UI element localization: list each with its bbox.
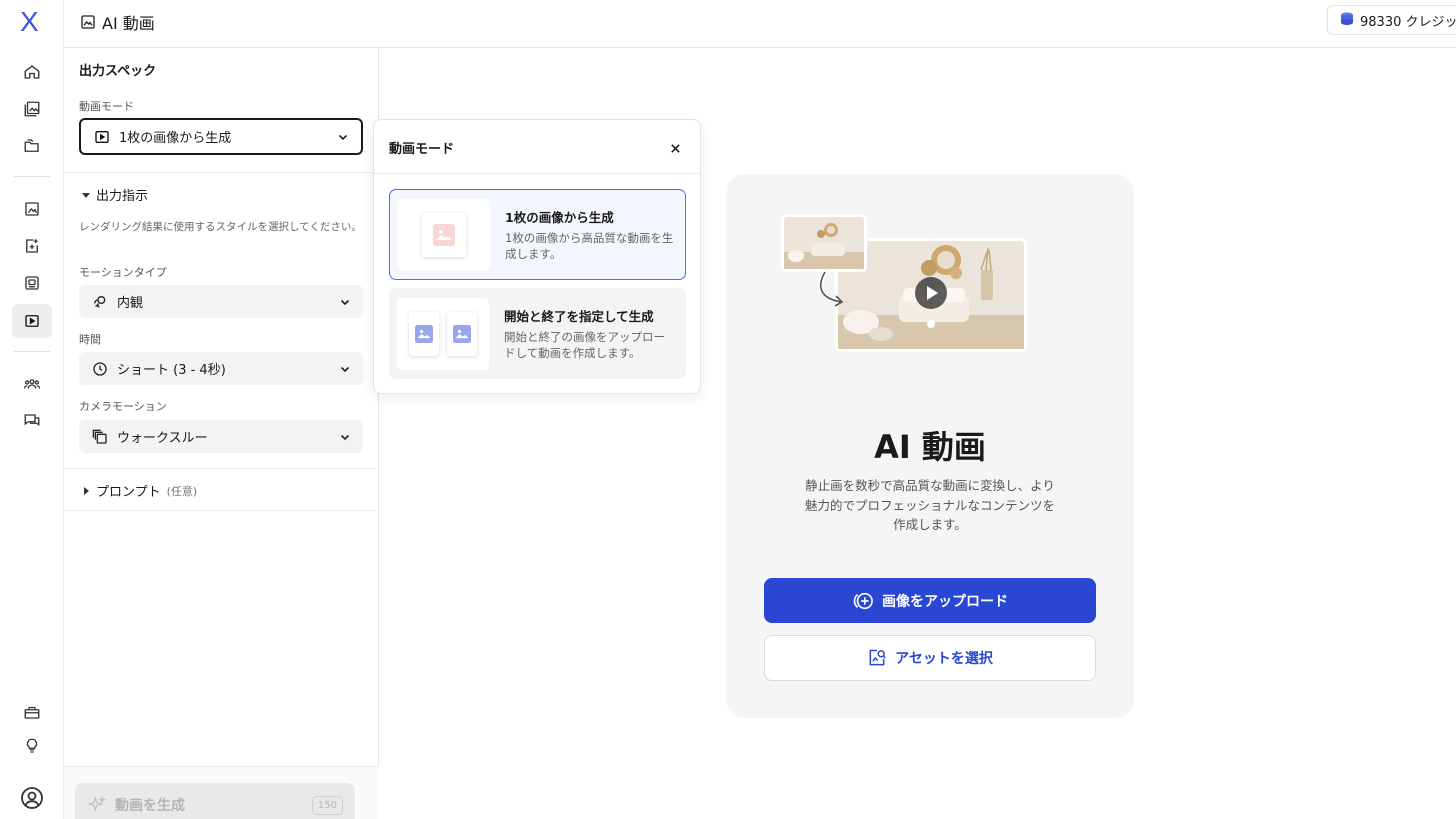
hero-description: 静止画を数秒で高品質な動画に変換し、より魅力的でプロフェッショナルなコンテンツを… [804, 478, 1055, 532]
motion-type-value: 内観 [117, 296, 144, 311]
divider [64, 510, 379, 511]
prompt-toggle[interactable]: プロンプト (任意) [82, 481, 197, 500]
image-search-icon [867, 648, 887, 668]
image-icon [80, 14, 96, 30]
account-icon[interactable] [12, 781, 52, 815]
prompt-optional: (任意) [166, 484, 198, 498]
mode-option-start-end[interactable]: 開始と終了を指定して生成 開始と終了の画像をアップロードして動画を作成します。 [389, 288, 686, 379]
chevron-down-icon [339, 363, 351, 375]
video-mode-value: 1枚の画像から生成 [119, 131, 232, 146]
hero-illustration [781, 210, 1031, 360]
video-mode-select[interactable]: 1枚の画像から生成 [79, 118, 363, 155]
motion-type-label: モーションタイプ [79, 266, 167, 279]
video-icon[interactable] [12, 304, 52, 338]
image-edit-icon[interactable] [12, 229, 52, 263]
generate-video-button[interactable]: 動画を生成 150 [75, 783, 355, 819]
add-circle-icon [852, 591, 874, 611]
output-instruction-toggle[interactable]: 出力指示 [82, 185, 148, 204]
section-title: 出力スペック [79, 64, 157, 79]
mode-option-desc: 開始と終了の画像をアップロードして動画を作成します。 [504, 330, 665, 360]
image-icon[interactable] [12, 192, 52, 226]
video-mode-label: 動画モード [79, 100, 134, 113]
gift-icon[interactable] [12, 695, 52, 729]
inpaint-icon[interactable] [12, 266, 52, 300]
camera-motion-select[interactable]: ウォークスルー [79, 420, 363, 453]
asset-label: アセットを選択 [895, 651, 993, 667]
rail-divider [14, 176, 50, 177]
chevron-down-icon [339, 296, 351, 308]
close-icon[interactable] [666, 139, 684, 157]
caret-down-icon [82, 191, 90, 199]
prompt-label: プロンプト [96, 485, 161, 500]
mode-thumbnail [397, 297, 489, 370]
image-placeholder-icon [447, 311, 477, 356]
home-icon[interactable] [12, 55, 52, 89]
generate-label: 動画を生成 [115, 798, 185, 814]
camera-motion-value: ウォークスルー [117, 431, 208, 446]
credits-button[interactable]: 98330 クレジット [1327, 5, 1456, 35]
generate-cost-badge: 150 [311, 795, 343, 815]
clock-icon [91, 360, 109, 378]
chevron-down-icon [337, 131, 349, 143]
page-title: AI 動画 [80, 10, 155, 34]
video-icon [93, 128, 111, 146]
upload-image-button[interactable]: 画像をアップロード [764, 578, 1096, 623]
upload-label: 画像をアップロード [882, 593, 1008, 610]
duration-label: 時間 [79, 333, 101, 346]
gallery-icon[interactable] [12, 92, 52, 126]
popover-title: 動画モード [389, 142, 455, 157]
select-asset-button[interactable]: アセットを選択 [764, 635, 1096, 681]
top-bar: AI 動画 98330 クレジット [64, 0, 1456, 48]
motion-type-select[interactable]: 内観 [79, 285, 363, 318]
folder-icon[interactable] [12, 129, 52, 163]
mode-option-desc: 1枚の画像から高品質な動画を生成します。 [505, 231, 674, 261]
left-rail: X [0, 0, 64, 819]
mode-option-single-image[interactable]: 1枚の画像から生成 1枚の画像から高品質な動画を生成します。 [389, 189, 686, 280]
app-logo[interactable]: X [20, 6, 39, 38]
mode-option-name: 開始と終了を指定して生成 [504, 309, 654, 324]
image-placeholder-icon [409, 311, 439, 356]
duration-value: ショート (3 - 4秒) [117, 363, 226, 378]
output-instruction-label: 出力指示 [96, 189, 149, 204]
chevron-down-icon [339, 431, 351, 443]
sparkle-icon [87, 795, 107, 815]
motion-icon [91, 293, 109, 311]
image-placeholder-icon [422, 212, 466, 257]
page-title-text: AI 動画 [102, 14, 155, 33]
caret-right-icon [82, 486, 90, 495]
mode-option-name: 1枚の画像から生成 [505, 210, 614, 225]
mode-thumbnail [398, 198, 490, 271]
empty-state-card: AI 動画 静止画を数秒で高品質な動画に変換し、より魅力的でプロフェッショナルな… [726, 174, 1134, 718]
helper-text: レンダリング結果に使用するスタイルを選択してください。 [79, 221, 362, 233]
camera-motion-label: カメラモーション [79, 400, 167, 413]
credits-label: 98330 クレジット [1360, 14, 1456, 30]
hero-title: AI 動画 [874, 428, 986, 466]
divider [64, 468, 379, 469]
team-icon[interactable] [12, 367, 52, 401]
generate-footer: 動画を生成 150 [64, 766, 379, 819]
divider [374, 173, 700, 174]
coins-icon [1340, 12, 1354, 28]
duration-select[interactable]: ショート (3 - 4秒) [79, 352, 363, 385]
rail-divider [14, 351, 50, 352]
video-mode-popover: 動画モード 1枚の画像から生成 1枚の画像から高品質な動画を生成します。 開始と… [373, 119, 701, 394]
chat-icon[interactable] [12, 404, 52, 438]
divider [64, 172, 379, 173]
settings-panel: 出力スペック 動画モード 1枚の画像から生成 出力指示 レンダリング結果に使用す… [64, 48, 379, 819]
lightbulb-icon[interactable] [12, 729, 52, 763]
layers-icon [91, 428, 109, 446]
